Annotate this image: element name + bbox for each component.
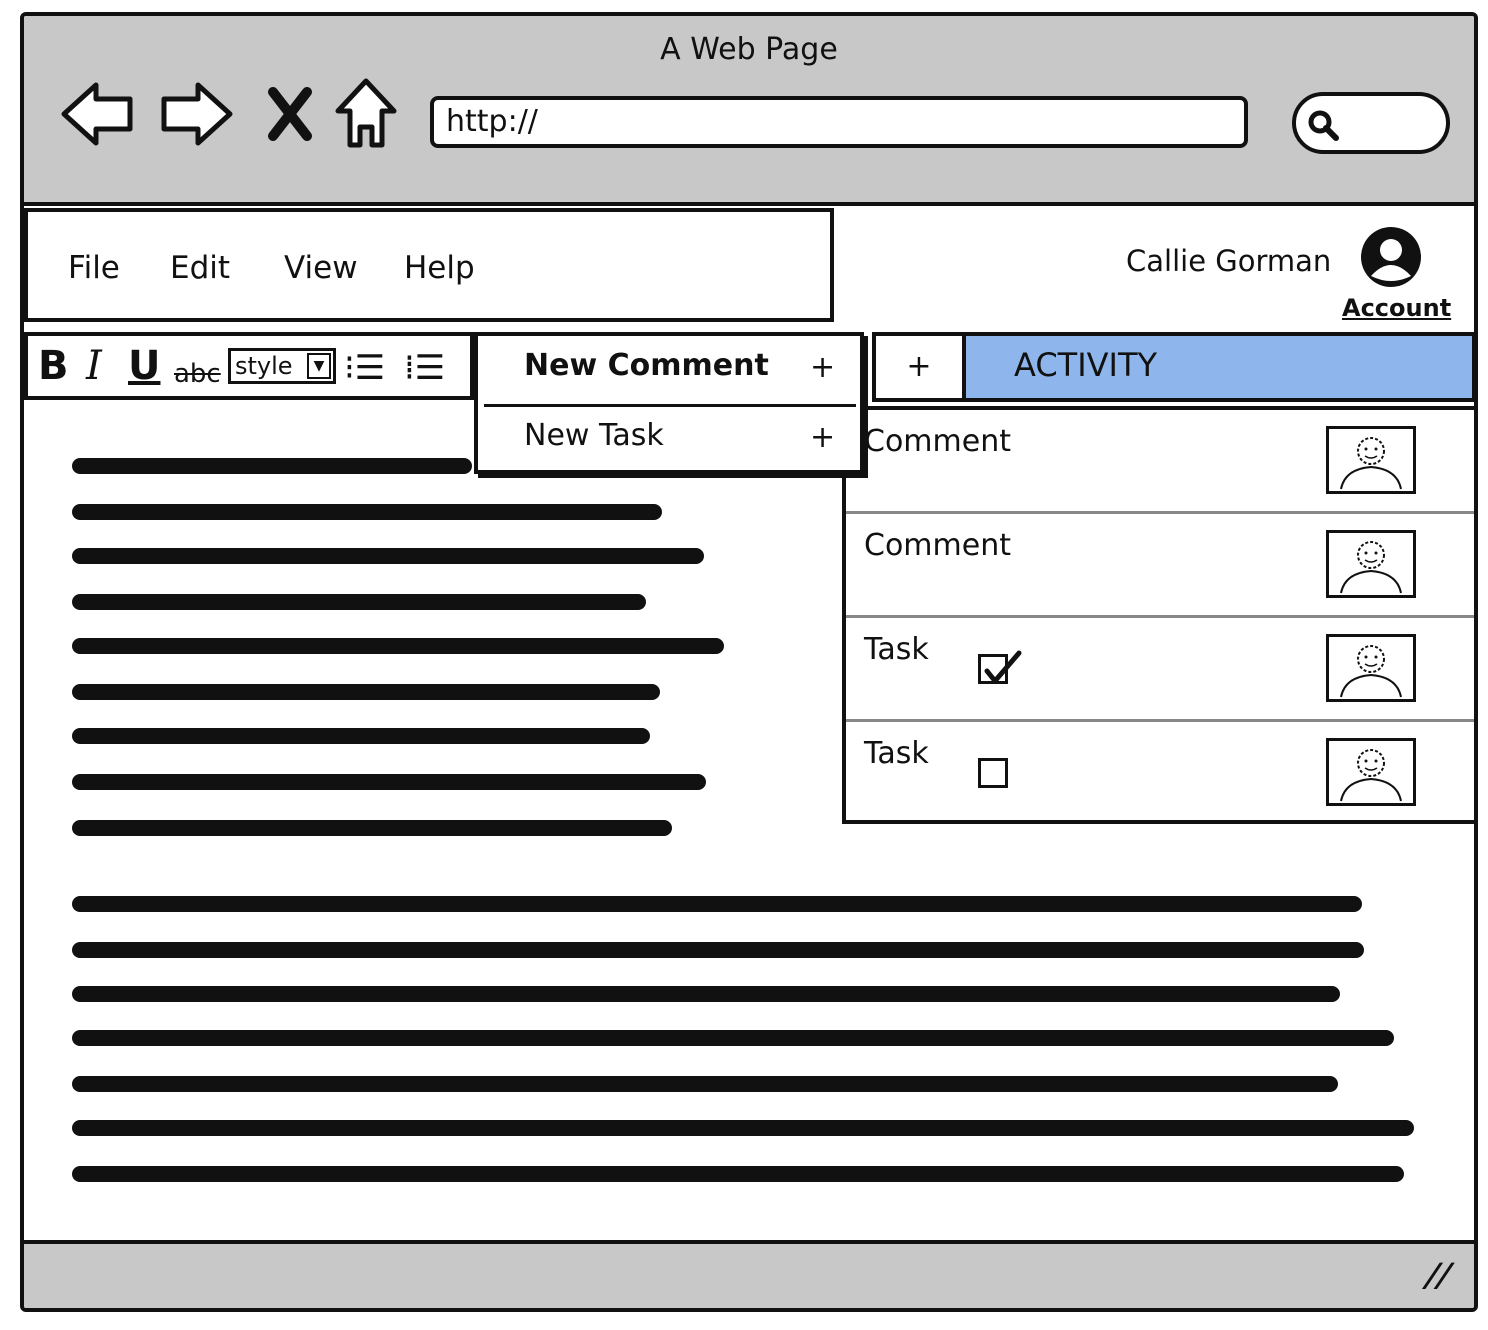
chevron-down-icon: ▼: [307, 353, 331, 379]
user-name: Callie Gorman: [1126, 244, 1332, 278]
activity-header: + ACTIVITY: [872, 332, 1474, 402]
placeholder-text-line: [72, 458, 472, 474]
placeholder-text-line: [72, 1166, 1404, 1182]
activity-title: ACTIVITY: [1014, 346, 1158, 384]
task-checkbox[interactable]: [978, 758, 1008, 788]
placeholder-text-line: [72, 728, 650, 744]
activity-row-label: Task: [864, 632, 929, 667]
user-thumbnail-icon: [1326, 426, 1416, 494]
bold-button[interactable]: B: [38, 344, 69, 388]
add-activity-button[interactable]: +: [876, 336, 966, 398]
user-thumbnail-icon: [1326, 530, 1416, 598]
menu-view[interactable]: View: [284, 250, 358, 286]
resize-grip-icon[interactable]: //: [1420, 1256, 1457, 1294]
plus-icon: +: [810, 420, 836, 455]
menu-edit[interactable]: Edit: [170, 250, 230, 286]
placeholder-text-line: [72, 820, 672, 836]
placeholder-text-line: [72, 684, 660, 700]
stop-icon[interactable]: [250, 74, 330, 154]
placeholder-text-line: [72, 1120, 1414, 1136]
browser-window: A Web Page http:// File Edit View Help C…: [20, 12, 1478, 1312]
placeholder-text-line: [72, 638, 724, 654]
new-task-item[interactable]: New Task: [524, 418, 664, 453]
activity-row[interactable]: Task: [846, 722, 1474, 826]
placeholder-text-line: [72, 1030, 1394, 1046]
placeholder-text-line: [72, 1076, 1338, 1092]
menu-file[interactable]: File: [68, 250, 120, 286]
strikethrough-button[interactable]: abc: [174, 352, 221, 396]
activity-row-label: Task: [864, 736, 929, 771]
style-select-label: style: [235, 352, 293, 380]
italic-button[interactable]: I: [86, 344, 102, 388]
browser-chrome: A Web Page http://: [24, 16, 1474, 206]
placeholder-text-line: [72, 896, 1362, 912]
new-item-menu: New Comment + New Task +: [474, 332, 864, 474]
style-select[interactable]: style ▼: [228, 348, 336, 384]
placeholder-text-line: [72, 594, 646, 610]
activity-row[interactable]: Comment: [846, 410, 1474, 514]
placeholder-text-line: [72, 504, 662, 520]
window-title: A Web Page: [660, 32, 838, 67]
search-input[interactable]: [1292, 92, 1450, 154]
activity-row[interactable]: Comment: [846, 514, 1474, 618]
menu-divider: [484, 404, 856, 407]
placeholder-text-line: [72, 942, 1364, 958]
activity-row[interactable]: Task: [846, 618, 1474, 722]
formatting-toolbar: B I U abc style ▼ ⁝☰ ⁞☰: [24, 332, 474, 400]
activity-row-label: Comment: [864, 424, 1011, 459]
plus-icon: +: [810, 350, 836, 385]
user-thumbnail-icon: [1326, 738, 1416, 806]
numbered-list-button[interactable]: ⁞☰: [404, 346, 445, 390]
back-icon[interactable]: [58, 74, 138, 154]
url-input[interactable]: http://: [430, 96, 1248, 148]
menu-bar: File Edit View Help: [24, 208, 834, 322]
placeholder-text-line: [72, 774, 706, 790]
user-avatar-icon[interactable]: [1358, 224, 1424, 290]
user-thumbnail-icon: [1326, 634, 1416, 702]
underline-button[interactable]: U: [128, 344, 160, 388]
bullet-list-button[interactable]: ⁝☰: [344, 346, 385, 390]
placeholder-text-line: [72, 548, 704, 564]
activity-panel: Comment Comment Task Task: [842, 406, 1474, 826]
activity-row-label: Comment: [864, 528, 1011, 563]
placeholder-text-line: [72, 986, 1340, 1002]
task-checkbox[interactable]: [978, 650, 1022, 684]
forward-icon[interactable]: [156, 74, 236, 154]
home-icon[interactable]: [326, 74, 406, 154]
account-link[interactable]: Account: [1342, 294, 1451, 322]
status-bar: //: [24, 1240, 1474, 1308]
menu-help[interactable]: Help: [404, 250, 475, 286]
search-icon: [1308, 110, 1339, 141]
checkmark-icon: [984, 650, 1022, 684]
new-comment-item[interactable]: New Comment: [524, 348, 769, 383]
